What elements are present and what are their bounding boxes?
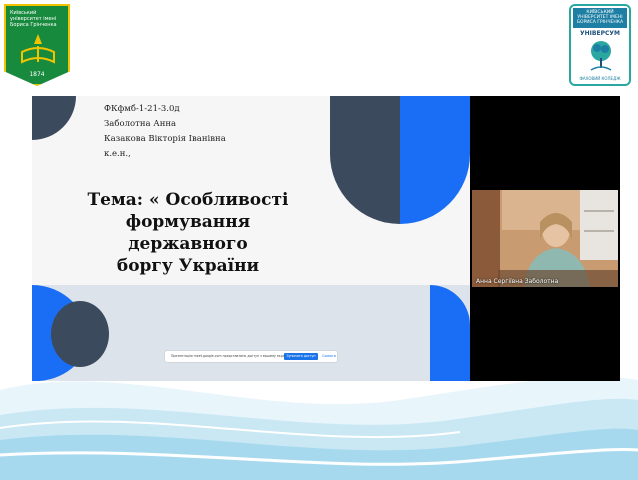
meta-line: Заболотна Анна <box>104 119 177 129</box>
college-logo-header: КИЇВСЬКИЙ УНІВЕРСИТЕТ ІМЕНІ БОРИСА ГРІНЧ… <box>573 8 627 28</box>
title-line: Тема: « Особливості <box>87 190 289 210</box>
video-frame <box>472 190 618 287</box>
university-logo-text: Київський університет імені Бориса Грінч… <box>10 10 57 28</box>
title-line: формування державного <box>125 212 251 254</box>
presentation-slide: ФКфмб-1-21-3.0д Заболотна Анна Казакова … <box>32 96 470 381</box>
slide-meta: ФКфмб-1-21-3.0д Заболотна Анна Казакова … <box>104 102 226 162</box>
college-logo-footer: ФАХОВИЙ КОЛЕДЖ <box>579 76 621 81</box>
meta-line: к.е.н., <box>104 149 131 159</box>
college-logo: КИЇВСЬКИЙ УНІВЕРСИТЕТ ІМЕНІ БОРИСА ГРІНЧ… <box>569 4 631 86</box>
stop-sharing-button[interactable]: Зупинити доступ <box>284 353 318 360</box>
university-logo: Київський університет імені Бориса Грінч… <box>4 4 70 86</box>
meta-line: ФКфмб-1-21-3.0д <box>104 104 180 114</box>
meeting-stage: ФКфмб-1-21-3.0д Заболотна Анна Казакова … <box>32 96 620 381</box>
slide-title: Тема: « Особливості формування державног… <box>68 189 308 277</box>
notice-text: Презентацію meet.google.com представлено… <box>171 354 289 358</box>
title-line: боргу України <box>116 256 260 276</box>
book-icon <box>21 34 55 64</box>
college-logo-brand: УНІВЕРСУМ <box>580 30 620 37</box>
screen-share-notice: Презентацію meet.google.com представлено… <box>165 351 337 362</box>
participant-video[interactable]: Анна Сергіївна Заболотна <box>472 190 618 287</box>
participant-name: Анна Сергіївна Заболотна <box>476 278 559 285</box>
university-logo-year: 1874 <box>29 71 45 78</box>
meta-line: Казакова Вікторія Іванівна <box>104 134 226 144</box>
hide-notice-link[interactable]: Сховати <box>322 351 336 362</box>
tree-icon <box>590 41 612 71</box>
